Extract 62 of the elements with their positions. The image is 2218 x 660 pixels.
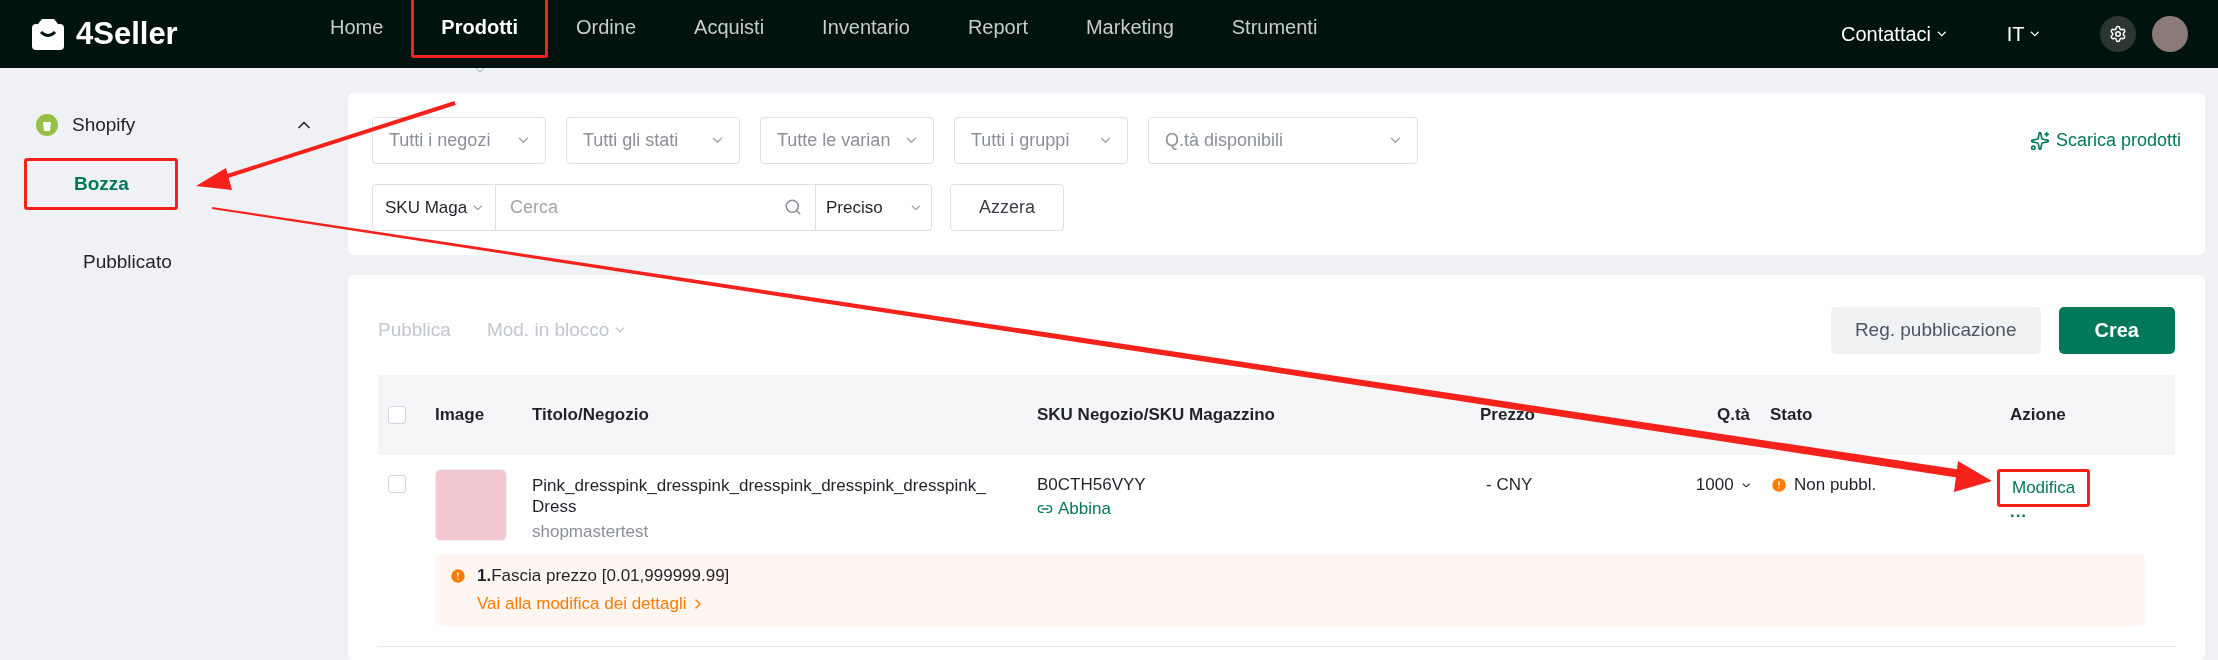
brand-name: 4Seller <box>76 16 178 52</box>
product-title: Pink_dresspink_dresspink_dresspink_dresspink_dresspink_Dress <box>532 475 987 518</box>
chevron-down-icon <box>473 204 483 211</box>
create-button[interactable]: Crea <box>2058 306 2175 354</box>
warning-text: 1.Fascia prezzo [0.01,999999.99] <box>477 565 730 586</box>
chevron-down-icon <box>1100 137 1111 144</box>
nav-tab[interactable]: Report <box>937 0 1058 58</box>
store-name: shopmastertest <box>532 521 649 542</box>
nav-tab[interactable]: Inventario <box>792 0 940 58</box>
chevron-down-icon <box>911 204 921 211</box>
download-products-link[interactable]: Scarica prodotti <box>2029 130 2181 151</box>
chevron-down-icon <box>1390 137 1401 144</box>
sidebar-item[interactable]: Bozza <box>24 158 178 210</box>
search-field[interactable]: Cerca <box>496 184 816 231</box>
group-label: Shopify <box>72 114 137 136</box>
edit-link[interactable]: Modifica <box>1997 469 2091 507</box>
quantity-dropdown[interactable]: 1000 <box>1695 475 1750 495</box>
select-all-checkbox[interactable] <box>388 406 406 424</box>
caret-icon <box>474 67 485 73</box>
reset-button[interactable]: Azzera <box>950 184 1065 231</box>
contact-dropdown[interactable]: Contattaci <box>1840 22 1947 46</box>
search-icon <box>784 198 802 216</box>
column-header: Q.tà <box>1715 405 1751 425</box>
chevron-down-icon <box>615 327 625 333</box>
chevron-down-icon <box>1937 31 1947 37</box>
more-link[interactable]: ··· <box>2010 511 2027 522</box>
publish-log-button[interactable]: Reg. pubblicazione <box>1830 306 2041 354</box>
product-photo-placeholder <box>435 469 507 541</box>
settings-icon <box>2109 25 2127 43</box>
column-header: Image <box>435 405 486 425</box>
bag-logo-icon <box>30 18 66 50</box>
column-header: Prezzo <box>1480 405 1536 425</box>
column-header: Azione <box>2010 405 2067 425</box>
shopping-bag-icon <box>36 114 58 136</box>
chevron-down-icon <box>518 137 529 144</box>
language-dropdown[interactable]: IT <box>2006 22 2040 46</box>
chevron-down-icon <box>1741 482 1750 488</box>
avatar[interactable] <box>2152 16 2188 52</box>
status-label: Non pubbl. <box>1770 475 1877 495</box>
sparkle-icon <box>2029 130 2050 151</box>
chevron-down-icon <box>906 137 917 144</box>
column-header: Titolo/Negozio <box>532 405 650 425</box>
row-checkbox[interactable] <box>388 475 406 493</box>
match-mode-dropdown[interactable]: Preciso <box>816 184 932 231</box>
chevron-down-icon <box>2030 31 2040 37</box>
price-text: - CNY <box>1485 475 1533 495</box>
settings-button[interactable] <box>2100 16 2136 52</box>
alert-icon <box>449 566 467 585</box>
sidebar-item[interactable]: Pubblicato <box>24 236 324 288</box>
column-header: SKU Negozio/SKU Magazzino <box>1037 405 1276 425</box>
sku-text: B0CTH56VYY <box>1037 475 1146 495</box>
nav-tab[interactable]: Strumenti <box>1201 0 1348 58</box>
sidebar-group[interactable]: Shopify <box>24 106 324 144</box>
chevron-down-icon <box>712 137 723 144</box>
column-header: Stato <box>1770 405 1814 425</box>
nav-tab[interactable]: Acquisti <box>664 0 795 58</box>
nav-tab[interactable]: Marketing <box>1055 0 1204 58</box>
nav-tab[interactable]: Ordine <box>546 0 667 58</box>
alert-icon <box>1770 476 1788 494</box>
nav-tab[interactable]: Home <box>300 0 414 58</box>
match-link[interactable]: Abbina <box>1037 499 1111 519</box>
search-field-dropdown[interactable]: SKU Maga <box>372 184 496 231</box>
